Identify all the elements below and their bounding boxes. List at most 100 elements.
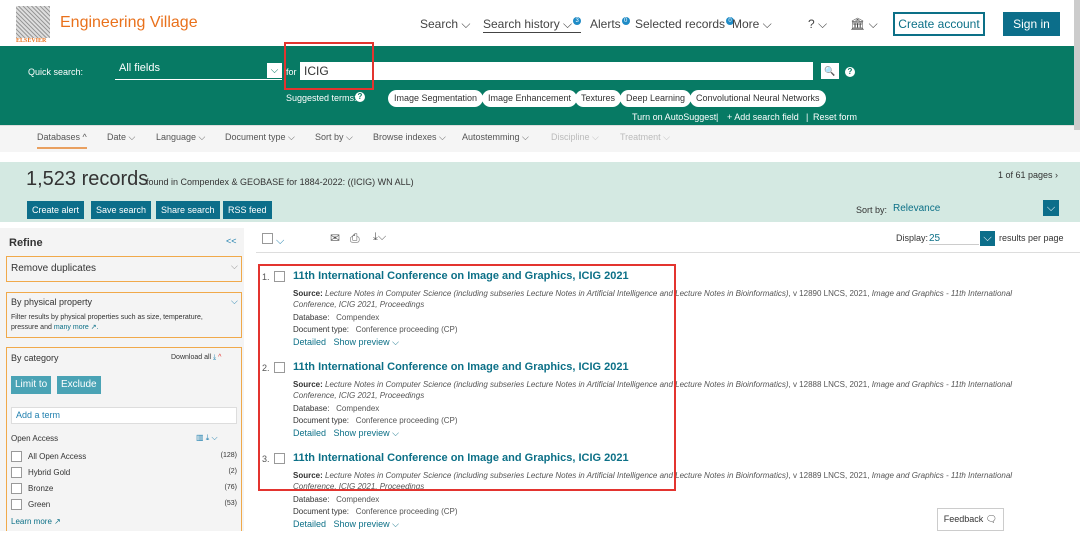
select-all-checkbox[interactable]: ⌵	[262, 233, 284, 248]
download-icon[interactable]: ⤓⌵	[373, 231, 386, 244]
add-term-input[interactable]: Add a term	[11, 407, 237, 424]
divider	[256, 252, 1080, 253]
help-icon[interactable]: ?	[845, 67, 855, 77]
brand-name[interactable]: Engineering Village	[60, 14, 198, 32]
sort-select[interactable]: Relevance	[893, 203, 940, 214]
highlight-box	[284, 42, 374, 90]
help-icon[interactable]: ?	[355, 92, 365, 102]
suggestion-chip[interactable]: Convolutional Neural Networks	[690, 90, 826, 107]
source-volume: , v 12888 LNCS, 2021,	[788, 380, 870, 389]
share-search-button[interactable]: Share search	[156, 201, 220, 219]
many-more-link[interactable]: many more ↗.	[54, 324, 99, 331]
filter-autostemming[interactable]: Autostemming ⌵	[462, 132, 529, 143]
filter-document-type[interactable]: Document type ⌵	[225, 132, 295, 143]
email-icon[interactable]: ✉	[330, 231, 340, 245]
create-alert-button[interactable]: Create alert	[27, 201, 85, 219]
description-text: Filter results by physical properties su…	[11, 314, 203, 331]
filter-discipline: Discipline ⌵	[551, 132, 599, 142]
checkbox[interactable]	[11, 467, 22, 478]
print-icon[interactable]: ⎙	[350, 231, 360, 246]
facet-item[interactable]	[11, 467, 22, 481]
badge: 0	[621, 17, 630, 25]
collapse-sidebar-button[interactable]: <<	[226, 236, 237, 246]
detailed-link[interactable]: Detailed	[293, 519, 326, 529]
chart-icon[interactable]: ▥ ⤓ ⌵	[196, 433, 218, 443]
nav-more[interactable]: More ⌵	[732, 17, 772, 32]
field-select[interactable]: All fields ⌵	[115, 62, 282, 80]
chevron-down-icon: ⌵	[267, 63, 282, 78]
search-panel	[0, 46, 1080, 125]
record-count: 1,523 records	[26, 168, 149, 190]
nav-search-history[interactable]: Search history ⌵ 3	[483, 17, 582, 33]
nav-label: Alerts	[590, 17, 621, 31]
checkbox[interactable]	[11, 499, 22, 510]
facet-item[interactable]	[11, 483, 22, 497]
create-account-button[interactable]: Create account	[893, 12, 985, 36]
filter-browse-indexes[interactable]: Browse indexes ⌵	[373, 132, 446, 143]
download-icon: ⤓	[213, 354, 217, 361]
separator: |	[716, 112, 719, 122]
institution-icon[interactable]: 🏛 ⌵	[850, 17, 878, 32]
feedback-button[interactable]: Feedback 🗨	[937, 508, 1004, 531]
checkbox[interactable]	[262, 233, 273, 244]
remove-duplicates-panel[interactable]: Remove duplicates ⌵	[6, 256, 242, 282]
facet-label: All Open Access	[28, 452, 87, 461]
display-select[interactable]: 25	[929, 233, 979, 245]
rss-feed-button[interactable]: RSS feed	[223, 201, 272, 219]
reset-form-link[interactable]: Reset form	[813, 112, 857, 122]
result-database: Database: Compendex	[293, 495, 379, 504]
facet-label: Hybrid Gold	[28, 468, 71, 477]
sign-in-button[interactable]: Sign in	[1003, 12, 1060, 36]
result-links: Detailed Show preview ⌵	[293, 519, 399, 530]
scrollbar[interactable]	[1074, 0, 1080, 130]
chevron-down-icon: ⌵	[231, 261, 238, 271]
elsevier-logo-text: ELSEVIER	[16, 38, 47, 44]
nav-selected-records[interactable]: Selected records 0	[635, 17, 735, 31]
facet-count: (128)	[220, 452, 237, 459]
database-value: Compendex	[336, 495, 380, 504]
show-preview-link[interactable]: Show preview ⌵	[334, 519, 399, 529]
suggestion-chip[interactable]: Deep Learning	[620, 90, 692, 107]
save-search-button[interactable]: Save search	[91, 201, 152, 219]
help-icon[interactable]: ? ⌵	[808, 17, 827, 32]
learn-more-link[interactable]: Learn more ↗	[11, 517, 61, 526]
filter-treatment: Treatment ⌵	[620, 132, 671, 142]
suggestion-chip[interactable]: Image Segmentation	[388, 90, 484, 107]
suggestion-chip[interactable]: Image Enhancement	[482, 90, 578, 107]
category-label: By category	[11, 353, 59, 363]
result-document-type: Document type: Conference proceeding (CP…	[293, 507, 458, 516]
search-icon[interactable]: 🔍	[821, 63, 839, 79]
limit-to-button[interactable]: Limit to	[11, 376, 52, 394]
search-description: found in Compendex & GEOBASE for 1884-20…	[146, 177, 414, 187]
document-type-value: Conference proceeding (CP)	[355, 507, 458, 516]
checkbox[interactable]	[11, 451, 22, 462]
nav-alerts[interactable]: Alerts 0	[590, 17, 630, 31]
chevron-down-icon[interactable]: ⌵	[1043, 200, 1059, 216]
badge: 3	[573, 17, 582, 25]
search-input[interactable]	[300, 62, 813, 80]
filter-date[interactable]: Date ⌵	[107, 132, 135, 143]
results-per-page-label: results per page	[999, 233, 1064, 243]
checkbox[interactable]	[11, 483, 22, 494]
autosuggest-link[interactable]: Turn on AutoSuggest	[632, 112, 716, 122]
chevron-down-icon[interactable]: ⌵	[980, 231, 995, 246]
facet-item[interactable]	[11, 451, 22, 465]
physical-property-description: Filter results by physical properties su…	[11, 313, 221, 333]
sort-by-label: Sort by:	[856, 205, 888, 215]
download-all-link[interactable]: Download all ⤓ ^	[171, 354, 221, 362]
add-search-field-link[interactable]: + Add search field	[727, 112, 799, 122]
facet-count: (76)	[224, 484, 237, 491]
nav-search[interactable]: Search ⌵	[420, 17, 470, 32]
display-label: Display:	[896, 233, 929, 243]
suggested-terms-label: Suggested terms:	[286, 93, 357, 103]
download-all-label: Download all	[171, 354, 212, 361]
filter-sort-by[interactable]: Sort by ⌵	[315, 132, 353, 143]
filter-databases[interactable]: Databases ^	[37, 132, 87, 149]
filter-language[interactable]: Language ⌵	[156, 132, 205, 143]
suggestion-chip[interactable]: Textures	[575, 90, 622, 107]
refine-title: Refine	[9, 237, 43, 249]
pagination[interactable]: 1 of 61 pages ›	[998, 170, 1058, 180]
facet-item[interactable]	[11, 499, 22, 513]
exclude-button[interactable]: Exclude	[57, 376, 101, 394]
physical-property-panel[interactable]: By physical property ⌵ Filter results by…	[6, 292, 242, 338]
